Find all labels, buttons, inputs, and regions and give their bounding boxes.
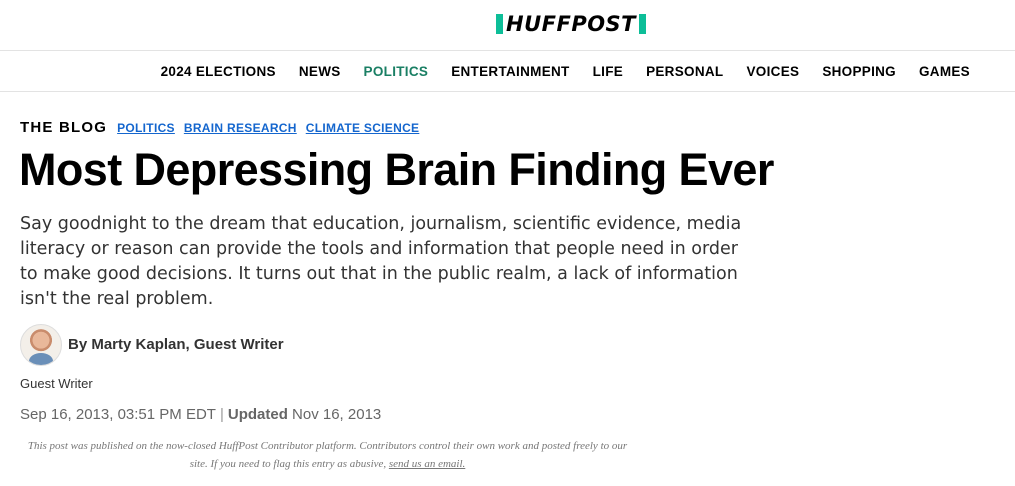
huffpost-logo[interactable]: HUFFPOST [496,12,647,36]
tag-brain-research[interactable]: BRAIN RESEARCH [184,121,297,135]
author-byline[interactable]: By Marty Kaplan, Guest Writer [68,336,284,353]
send-email-link[interactable]: send us an email. [389,458,465,470]
nav-item-games[interactable]: GAMES [919,64,970,79]
published-date: Sep 16, 2013, 03:51 PM EDT [20,406,216,423]
nav-item-life[interactable]: LIFE [593,64,623,79]
nav-list: 2024 ELECTIONS NEWS POLITICS ENTERTAINME… [138,51,970,91]
nav-item-voices[interactable]: VOICES [746,64,799,79]
article-kicker: THE BLOG POLITICS BRAIN RESEARCH CLIMATE… [20,119,428,136]
nav-item-entertainment[interactable]: ENTERTAINMENT [451,64,569,79]
nav-item-personal[interactable]: PERSONAL [646,64,723,79]
nav-item-politics[interactable]: POLITICS [364,64,429,79]
nav-item-news[interactable]: NEWS [299,64,341,79]
masthead: HUFFPOST [0,0,1015,51]
section-label: THE BLOG [20,119,108,136]
author-role: Guest Writer [20,376,93,391]
author-avatar[interactable] [20,324,62,366]
updated-date: Nov 16, 2013 [292,406,382,423]
tag-politics[interactable]: POLITICS [117,121,175,135]
tag-climate-science[interactable]: CLIMATE SCIENCE [306,121,420,135]
article-dek: Say goodnight to the dream that educatio… [20,214,742,309]
logo-accent-bar-left [496,14,503,34]
contributor-disclaimer: This post was published on the now-close… [25,437,630,473]
logo-wordmark: HUFFPOST [506,12,637,36]
disclaimer-text: This post was published on the now-close… [27,440,628,470]
timestamp-separator: | [219,406,224,423]
nav-item-2024-elections[interactable]: 2024 ELECTIONS [161,64,276,79]
main-nav: 2024 ELECTIONS NEWS POLITICS ENTERTAINME… [0,51,1015,92]
updated-label: Updated [227,406,288,423]
nav-item-shopping[interactable]: SHOPPING [822,64,896,79]
article-headline: Most Depressing Brain Finding Ever [19,144,774,195]
logo-accent-bar-right [639,14,647,34]
article-timestamp: Sep 16, 2013, 03:51 PM EDT | Updated Nov 1… [20,406,381,423]
